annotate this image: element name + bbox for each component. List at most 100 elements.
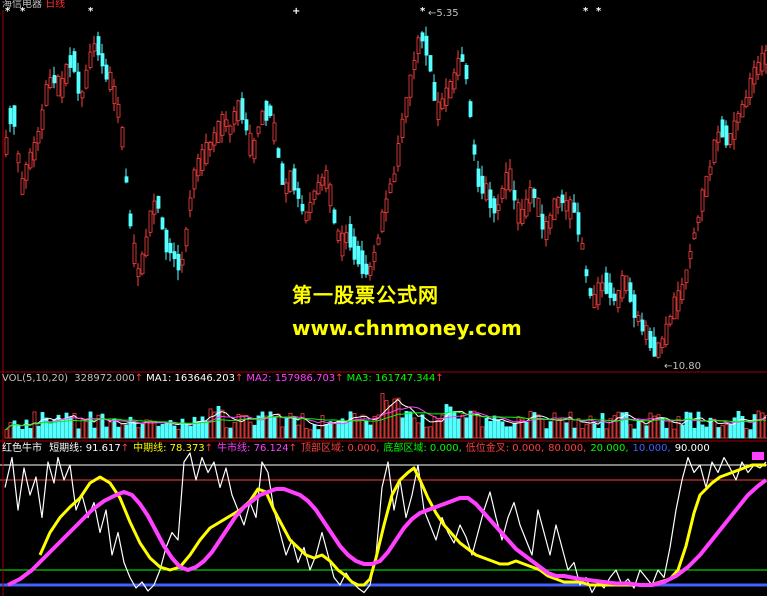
volume-bar [360, 414, 365, 439]
volume-bar [420, 414, 425, 439]
volume-bar [16, 425, 21, 439]
volume-bar [488, 421, 493, 439]
candle-body [648, 331, 653, 349]
candle-body [460, 54, 465, 62]
candle-body [660, 338, 665, 348]
candle-body [320, 176, 325, 186]
legend-arrow: ↑ [435, 373, 444, 384]
candle-body [300, 203, 305, 212]
candle-body [488, 189, 493, 209]
candle-body [340, 232, 345, 257]
candle-body [404, 97, 409, 118]
volume-bar [576, 418, 581, 439]
volume-bar [80, 419, 85, 439]
volume-bar [692, 427, 697, 439]
candle-body [420, 32, 425, 42]
volume-bar [748, 429, 753, 439]
volume-bar [636, 420, 641, 439]
candle-body [612, 293, 617, 302]
volume-bar [416, 422, 421, 439]
volume-bar [24, 419, 29, 439]
volume-bar [504, 426, 509, 439]
candle-body [580, 243, 585, 250]
candle-body [744, 97, 749, 107]
indicator-marker [752, 452, 764, 460]
candle-body [24, 164, 29, 181]
candle-body [572, 202, 577, 213]
candle-body [112, 85, 117, 104]
candle-body [380, 211, 385, 232]
candle-body [88, 51, 93, 68]
candle-body [532, 188, 537, 199]
candle-body [136, 268, 141, 278]
legend-arrow: ↑ [335, 373, 344, 384]
volume-bar [32, 411, 37, 439]
candle-body [432, 82, 437, 101]
candle-body [164, 229, 169, 253]
volume-bar [324, 424, 329, 439]
candle-body [376, 237, 381, 245]
indicator-legend-item: 底部区域: 0.000 [383, 443, 459, 454]
candle-body [720, 119, 725, 138]
volume-bar [648, 412, 653, 439]
candle-body [524, 198, 529, 217]
candle-body [552, 198, 557, 221]
candle-body [140, 253, 145, 275]
volume-bar [4, 429, 9, 439]
candle-body [456, 58, 461, 76]
candle-body [592, 293, 597, 308]
candle-body [236, 100, 241, 122]
volume-bar [556, 418, 561, 439]
volume-bar [68, 416, 73, 439]
candle-body [108, 71, 113, 90]
candle-body [508, 168, 513, 191]
candle-body [168, 242, 173, 254]
candle-body [448, 81, 453, 99]
candle-body [672, 296, 677, 320]
volume-bar [48, 423, 53, 439]
volume-bar [160, 423, 165, 439]
candle-body [480, 175, 485, 194]
candle-body [616, 290, 621, 309]
candle-body [352, 236, 357, 260]
volume-bar [332, 422, 337, 439]
volume-bar [756, 410, 761, 439]
candle-body [344, 232, 349, 243]
candle-body [184, 228, 189, 247]
candle-body [172, 251, 177, 260]
candle-body [120, 127, 125, 148]
volume-bar [728, 424, 733, 439]
candle-body [204, 142, 209, 165]
candle-body [336, 230, 341, 241]
volume-bar [344, 421, 349, 439]
volume-bar [200, 416, 205, 439]
volume-legend-item: 328972.000 [74, 373, 135, 384]
candle-body [264, 100, 269, 121]
volume-bar [592, 423, 597, 439]
candle-body [708, 166, 713, 175]
candle-body [360, 250, 365, 274]
volume-bar [432, 416, 437, 439]
volume-bar [348, 411, 353, 439]
indicator-legend-item: 中期线: 78.373 [133, 443, 205, 454]
top-marker: * [88, 6, 94, 17]
volume-bar [560, 417, 565, 439]
volume-bar [524, 421, 529, 439]
volume-bar [120, 423, 125, 439]
volume-bar [272, 417, 277, 439]
high-price-marker: ←5.35 [428, 8, 459, 19]
volume-bar [724, 424, 729, 439]
volume-bar [480, 426, 485, 439]
indicator-name: 红色牛市 [2, 443, 42, 454]
candle-body [440, 98, 445, 110]
candle-body [160, 217, 165, 230]
candle-body [368, 266, 373, 276]
volume-bar [552, 412, 557, 439]
volume-bar [356, 419, 361, 439]
volume-bar [60, 419, 65, 439]
volume-bar [280, 426, 285, 439]
legend-separator: , [540, 443, 545, 454]
candle-body [84, 69, 89, 89]
volume-bar [424, 426, 429, 439]
volume-bar [400, 417, 405, 439]
